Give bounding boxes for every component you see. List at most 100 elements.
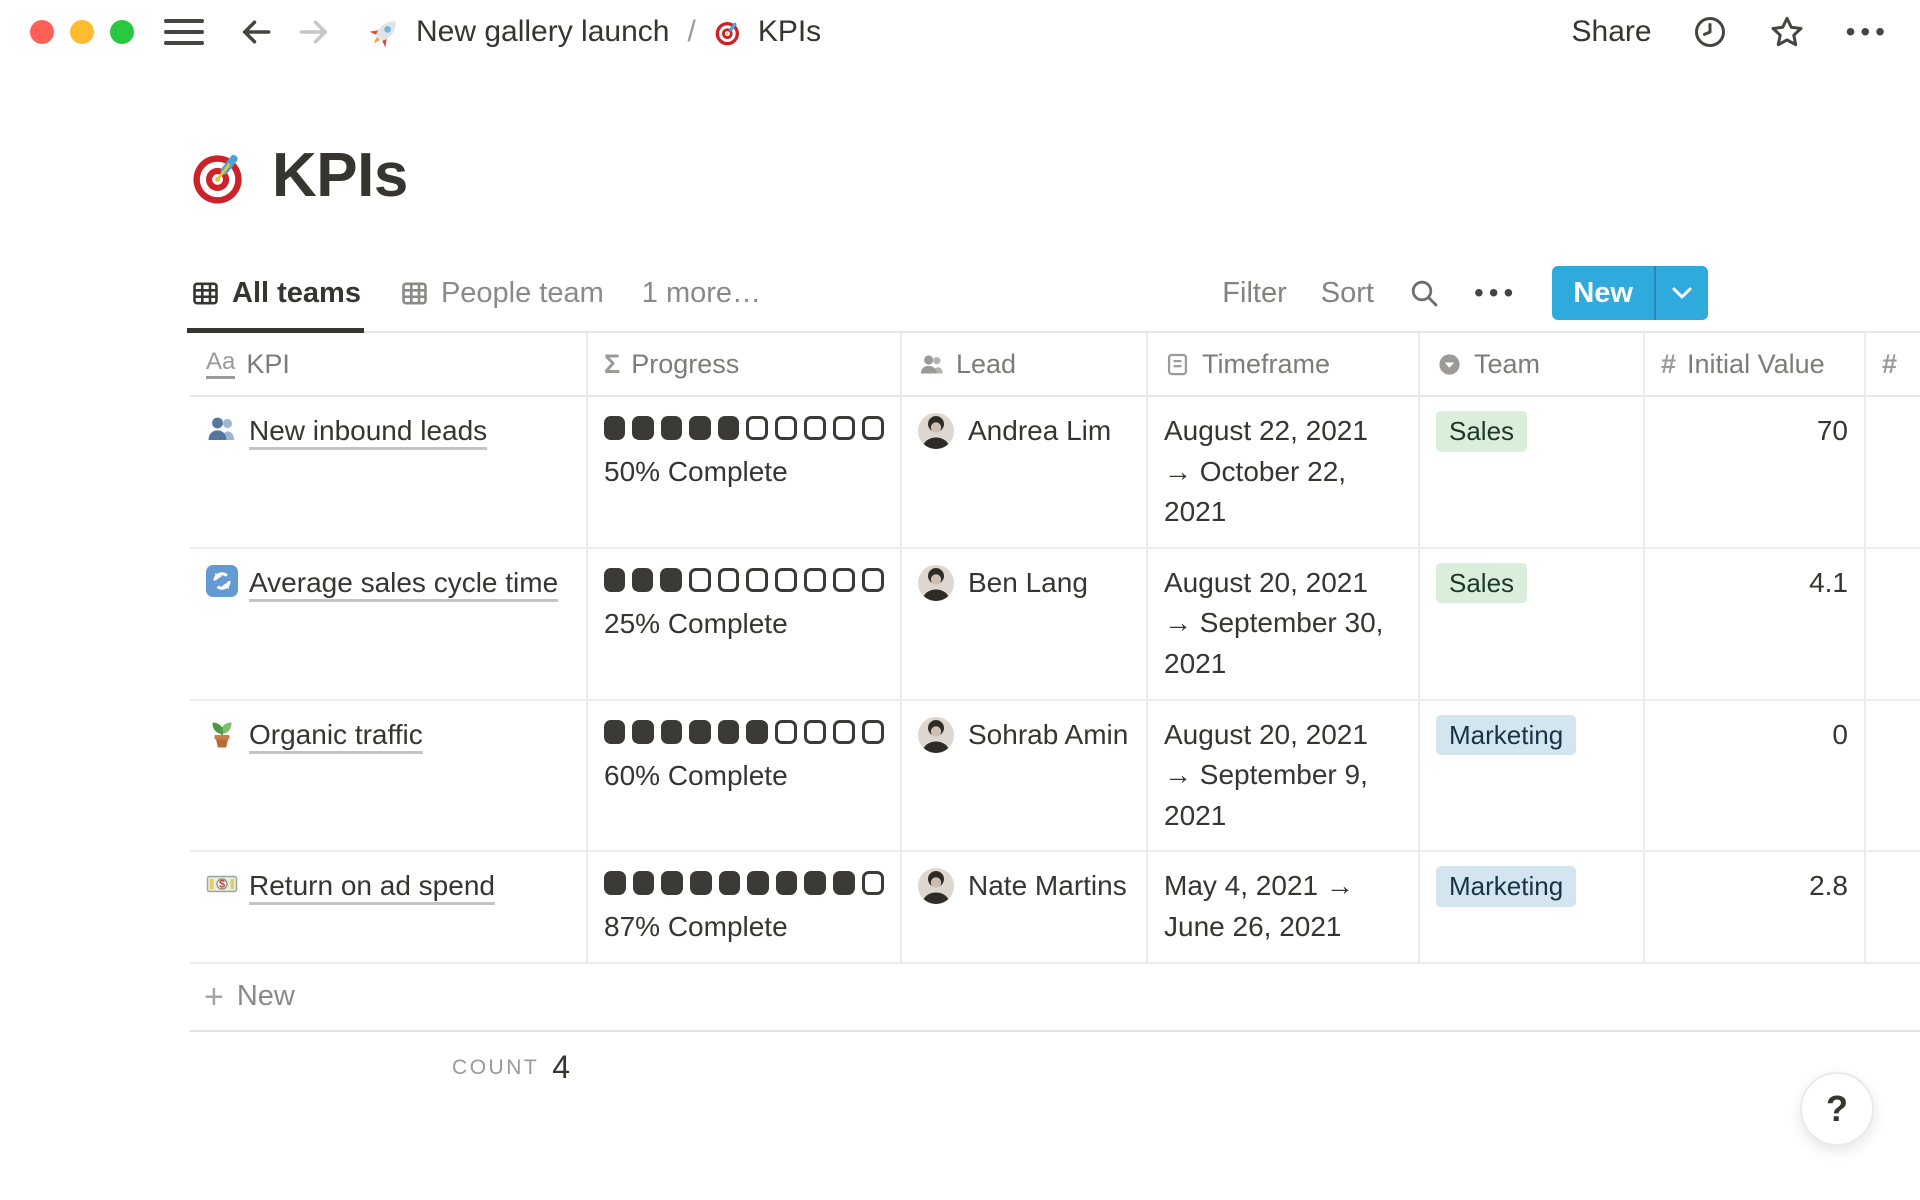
page-target-emoji-icon xyxy=(190,145,252,207)
refresh-emoji-icon xyxy=(206,565,238,597)
progress-label: 87% Complete xyxy=(604,907,884,948)
more-options-icon[interactable]: ••• xyxy=(1846,16,1890,48)
kpi-title-link[interactable]: Average sales cycle time xyxy=(249,567,558,598)
lead-name: Andrea Lim xyxy=(968,411,1111,452)
team-tag[interactable]: Sales xyxy=(1436,563,1527,604)
forward-arrow-icon[interactable] xyxy=(296,14,332,50)
progress-label: 60% Complete xyxy=(604,756,884,797)
team-tag[interactable]: Sales xyxy=(1436,411,1527,452)
kpi-title-link[interactable]: Return on ad spend xyxy=(249,870,495,901)
initial-value-cell[interactable]: 2.8 xyxy=(1645,852,1866,962)
column-header-cutoff[interactable]: # xyxy=(1866,333,1920,395)
column-header-timeframe[interactable]: Timeframe xyxy=(1148,333,1420,395)
progress-cell[interactable]: 25% Complete xyxy=(588,549,902,699)
lead-name: Sohrab Amin xyxy=(968,715,1128,756)
timeframe-cell[interactable]: August 20, 2021 → September 30, 2021 xyxy=(1148,549,1420,699)
kpi-title-link[interactable]: Organic traffic xyxy=(249,719,423,750)
initial-value-cell[interactable]: 0 xyxy=(1645,701,1866,851)
new-button[interactable]: New xyxy=(1552,266,1708,320)
table-row: Average sales cycle time 25% Complete Ben … xyxy=(190,549,1920,701)
window-titlebar: New gallery launch / KPIs Share ••• xyxy=(0,0,1920,64)
progress-bar xyxy=(604,715,884,744)
timeframe-cell[interactable]: August 22, 2021 → October 22, 2021 xyxy=(1148,397,1420,547)
sidebar-menu-icon[interactable] xyxy=(164,19,204,45)
team-cell[interactable]: Sales xyxy=(1420,549,1645,699)
favorite-star-icon[interactable] xyxy=(1768,13,1806,51)
column-header-initial-value[interactable]: # Initial Value xyxy=(1645,333,1866,395)
view-options-ellipsis-icon[interactable]: ••• xyxy=(1474,277,1518,309)
column-header-team[interactable]: Team xyxy=(1420,333,1645,395)
column-header-progress[interactable]: Σ Progress xyxy=(588,333,902,395)
progress-bar xyxy=(604,866,884,895)
progress-cell[interactable]: 60% Complete xyxy=(588,701,902,851)
timeframe-cell[interactable]: May 4, 2021 → June 26, 2021 xyxy=(1148,852,1420,962)
target-emoji-icon xyxy=(714,17,744,47)
progress-cell[interactable]: 50% Complete xyxy=(588,397,902,547)
initial-value-cell[interactable]: 4.1 xyxy=(1645,549,1866,699)
back-arrow-icon[interactable] xyxy=(238,14,274,50)
svg-text:$: $ xyxy=(219,879,225,891)
close-window-button[interactable] xyxy=(30,20,54,44)
kpi-cell[interactable]: Average sales cycle time xyxy=(190,549,588,699)
lead-cell[interactable]: Andrea Lim xyxy=(902,397,1148,547)
share-button[interactable]: Share xyxy=(1572,15,1652,49)
column-header-lead[interactable]: Lead xyxy=(902,333,1148,395)
lead-name: Ben Lang xyxy=(968,563,1088,604)
table-row: $ Return on ad spend 87% Complete Nate Mart… xyxy=(190,852,1920,964)
updates-clock-icon[interactable] xyxy=(1692,14,1728,50)
people-emoji-icon xyxy=(206,413,238,445)
new-button-label[interactable]: New xyxy=(1552,266,1654,320)
table-row: Organic traffic 60% Complete Sohrab Amin Au… xyxy=(190,701,1920,853)
kpi-cell[interactable]: $ Return on ad spend xyxy=(190,852,588,962)
zoom-window-button[interactable] xyxy=(110,20,134,44)
new-row-button[interactable]: + New xyxy=(190,964,1920,1030)
minimize-window-button[interactable] xyxy=(70,20,94,44)
select-icon xyxy=(1436,351,1463,378)
search-icon[interactable] xyxy=(1408,277,1440,309)
view-toolbar: All teams People team 1 more… Filter Sor… xyxy=(190,253,1708,333)
rocket-emoji-icon xyxy=(368,15,402,49)
more-views-button[interactable]: 1 more… xyxy=(642,277,761,310)
number-icon: # xyxy=(1661,349,1676,380)
money-emoji-icon: $ xyxy=(206,868,238,900)
progress-cell[interactable]: 87% Complete xyxy=(588,852,902,962)
count-calc[interactable]: COUNT 4 xyxy=(190,1032,588,1104)
tab-people-team[interactable]: People team xyxy=(399,253,604,333)
timeframe-cell[interactable]: August 20, 2021 → September 9, 2021 xyxy=(1148,701,1420,851)
team-cell[interactable]: Sales xyxy=(1420,397,1645,547)
team-tag[interactable]: Marketing xyxy=(1436,715,1576,756)
plus-icon: + xyxy=(204,980,224,1014)
team-tag[interactable]: Marketing xyxy=(1436,866,1576,907)
kpi-title-link[interactable]: New inbound leads xyxy=(249,415,487,446)
number-icon: # xyxy=(1882,349,1897,380)
cutoff-cell[interactable] xyxy=(1866,701,1920,851)
column-header-kpi[interactable]: Aa KPI xyxy=(190,333,588,395)
avatar xyxy=(918,413,954,449)
avatar xyxy=(918,565,954,601)
team-cell[interactable]: Marketing xyxy=(1420,852,1645,962)
progress-bar xyxy=(604,563,884,592)
avatar xyxy=(918,868,954,904)
breadcrumb-page[interactable]: KPIs xyxy=(758,15,821,49)
help-button[interactable]: ? xyxy=(1800,1072,1874,1146)
lead-cell[interactable]: Sohrab Amin xyxy=(902,701,1148,851)
kpi-cell[interactable]: New inbound leads xyxy=(190,397,588,547)
page-title: KPIs xyxy=(272,140,408,211)
new-dropdown-chevron-icon[interactable] xyxy=(1656,266,1708,320)
team-cell[interactable]: Marketing xyxy=(1420,701,1645,851)
progress-label: 50% Complete xyxy=(604,452,884,493)
cutoff-cell[interactable] xyxy=(1866,397,1920,547)
lead-cell[interactable]: Nate Martins xyxy=(902,852,1148,962)
sort-button[interactable]: Sort xyxy=(1321,277,1374,310)
kpi-cell[interactable]: Organic traffic xyxy=(190,701,588,851)
cutoff-cell[interactable] xyxy=(1866,852,1920,962)
tab-all-teams[interactable]: All teams xyxy=(190,253,361,333)
lead-cell[interactable]: Ben Lang xyxy=(902,549,1148,699)
breadcrumb-workspace[interactable]: New gallery launch xyxy=(416,15,669,49)
cutoff-cell[interactable] xyxy=(1866,549,1920,699)
initial-value-cell[interactable]: 70 xyxy=(1645,397,1866,547)
count-label: COUNT xyxy=(452,1056,539,1080)
breadcrumb-separator: / xyxy=(683,15,699,49)
progress-bar xyxy=(604,411,884,440)
filter-button[interactable]: Filter xyxy=(1222,277,1286,310)
